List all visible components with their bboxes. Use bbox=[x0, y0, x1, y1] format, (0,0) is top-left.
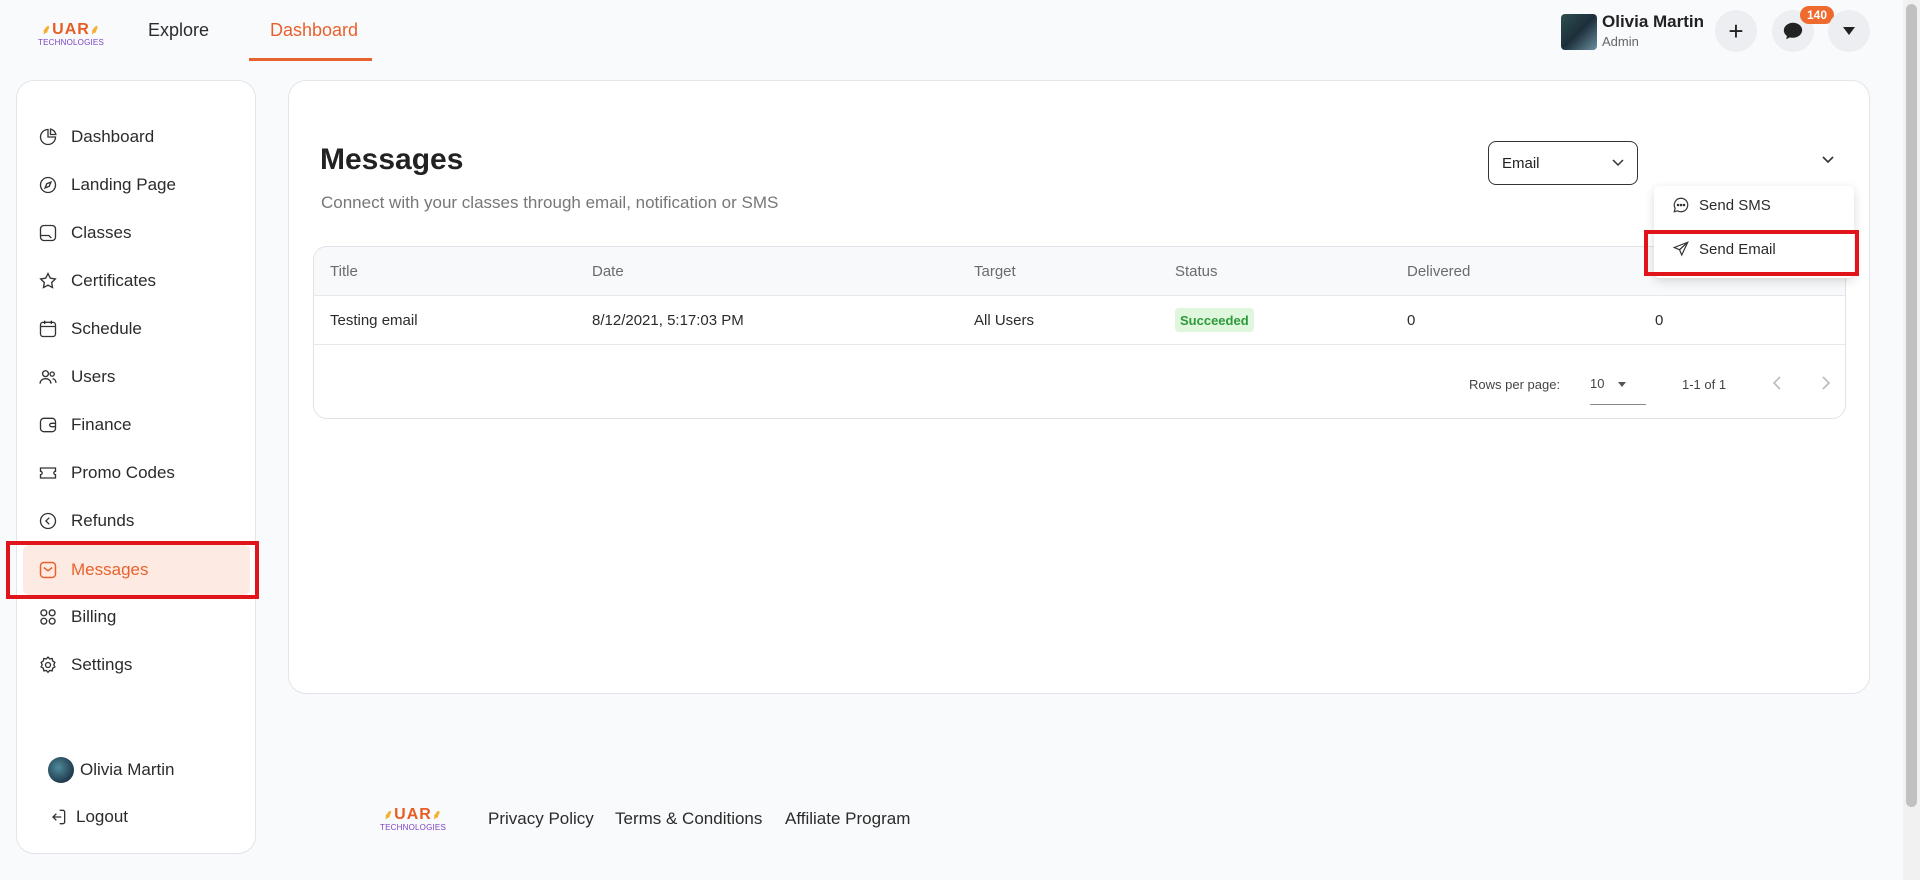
footer-logo[interactable]: ⸙UAR⸙ TECHNOLOGIES bbox=[374, 797, 452, 839]
footer-link-privacy-policy[interactable]: Privacy Policy bbox=[488, 809, 594, 829]
top-header: ⸙UAR⸙ TECHNOLOGIES Explore Dashboard Oli… bbox=[0, 0, 1900, 64]
sidebar-item-label: Schedule bbox=[71, 319, 142, 338]
sidebar-item-promo-codes[interactable]: Promo Codes bbox=[37, 453, 247, 493]
wallet-icon bbox=[37, 414, 59, 436]
refund-icon bbox=[37, 510, 59, 532]
sidebar-item-refunds[interactable]: Refunds bbox=[37, 501, 247, 541]
rows-per-page-label: Rows per page: bbox=[1469, 377, 1561, 392]
pie-chart-icon bbox=[37, 126, 59, 148]
next-page-button[interactable] bbox=[1814, 371, 1838, 395]
sidebar-item-users[interactable]: Users bbox=[37, 357, 247, 397]
channel-select-value: Email bbox=[1502, 154, 1540, 172]
logout-button[interactable]: Logout bbox=[48, 806, 128, 828]
page-subtitle: Connect with your classes through email,… bbox=[321, 193, 779, 212]
logo-text: UAR bbox=[394, 805, 432, 823]
logout-icon bbox=[48, 806, 70, 828]
sidebar-item-label: Dashboard bbox=[71, 127, 155, 146]
ticket-icon bbox=[37, 462, 59, 484]
plus-icon: + bbox=[1728, 15, 1744, 46]
sidebar-item-label: Billing bbox=[71, 607, 117, 626]
sidebar-item-label: Promo Codes bbox=[71, 463, 175, 482]
column-header-title[interactable]: Title bbox=[330, 263, 358, 280]
sidebar-item-certificates[interactable]: Certificates bbox=[37, 261, 247, 301]
channel-select[interactable]: Email bbox=[1488, 141, 1638, 185]
sidebar-item-label: Settings bbox=[71, 655, 133, 674]
sidebar-item-billing[interactable]: Billing bbox=[37, 597, 247, 637]
compass-icon bbox=[37, 174, 59, 196]
star-icon bbox=[37, 270, 59, 292]
sidebar-item-landing-page[interactable]: Landing Page bbox=[37, 165, 247, 205]
cell-target: All Users bbox=[974, 312, 1035, 329]
pagination-range: 1-1 of 1 bbox=[1682, 377, 1727, 392]
menu-item-send-sms[interactable]: Send SMS bbox=[1672, 196, 1771, 214]
sidebar: Dashboard Landing Page Classes Certifica… bbox=[16, 80, 256, 854]
sidebar-item-classes[interactable]: Classes bbox=[37, 213, 247, 253]
gear-icon bbox=[37, 654, 59, 676]
sidebar-user-name: Olivia Martin bbox=[80, 760, 175, 779]
sidebar-item-label: Refunds bbox=[71, 511, 135, 530]
folder-icon bbox=[37, 222, 59, 244]
logout-label: Logout bbox=[76, 807, 128, 826]
avatar bbox=[48, 757, 74, 783]
caret-down-icon bbox=[1843, 27, 1855, 35]
sidebar-user[interactable]: Olivia Martin bbox=[48, 757, 174, 783]
cell-extra: 0 bbox=[1655, 312, 1664, 329]
nav-active-underline bbox=[249, 58, 372, 61]
footer-link-affiliate-program[interactable]: Affiliate Program bbox=[785, 809, 910, 829]
caret-down-icon[interactable] bbox=[1617, 379, 1627, 389]
chat-bubble-icon bbox=[1672, 196, 1690, 214]
scrollbar-thumb[interactable] bbox=[1906, 4, 1917, 807]
chevron-right-icon bbox=[1822, 376, 1831, 390]
highlight-box-messages bbox=[6, 541, 259, 599]
header-user-role: Admin bbox=[1602, 34, 1639, 49]
table-row[interactable]: Testing email 8/12/2021, 5:17:03 PM All … bbox=[314, 296, 1845, 345]
sidebar-item-label: Landing Page bbox=[71, 175, 176, 194]
column-header-status[interactable]: Status bbox=[1175, 263, 1218, 280]
cell-delivered: 0 bbox=[1407, 312, 1416, 329]
chevron-down-icon bbox=[1612, 159, 1624, 167]
sidebar-item-finance[interactable]: Finance bbox=[37, 405, 247, 445]
nav-explore[interactable]: Explore bbox=[148, 20, 209, 41]
logo-text: UAR bbox=[52, 20, 90, 38]
chevron-left-icon bbox=[1772, 376, 1781, 390]
users-icon bbox=[37, 366, 59, 388]
page-title: Messages bbox=[320, 143, 464, 176]
rows-per-page-underline bbox=[1590, 404, 1646, 405]
previous-page-button[interactable] bbox=[1765, 371, 1789, 395]
highlight-box-send-email bbox=[1644, 230, 1859, 276]
menu-item-label: Send SMS bbox=[1699, 196, 1771, 214]
footer-link-terms[interactable]: Terms & Conditions bbox=[615, 809, 762, 829]
table-header: Title Date Target Status Delivered bbox=[314, 247, 1845, 296]
header-user-name[interactable]: Olivia Martin bbox=[1602, 12, 1704, 32]
sidebar-item-label: Users bbox=[71, 367, 116, 386]
chat-icon bbox=[1783, 22, 1803, 40]
column-header-date[interactable]: Date bbox=[592, 263, 624, 280]
add-button[interactable]: + bbox=[1715, 10, 1757, 52]
nav-dashboard[interactable]: Dashboard bbox=[270, 20, 358, 41]
calendar-icon bbox=[37, 318, 59, 340]
status-badge: Succeeded bbox=[1175, 308, 1254, 332]
sidebar-item-dashboard[interactable]: Dashboard bbox=[37, 117, 247, 157]
messages-table: Title Date Target Status Delivered Testi… bbox=[313, 246, 1846, 419]
cell-date: 8/12/2021, 5:17:03 PM bbox=[592, 312, 744, 329]
sidebar-item-label: Classes bbox=[71, 223, 132, 242]
sidebar-item-schedule[interactable]: Schedule bbox=[37, 309, 247, 349]
sidebar-item-settings[interactable]: Settings bbox=[37, 645, 247, 685]
rows-per-page-select[interactable]: 10 bbox=[1590, 376, 1604, 391]
sidebar-item-label: Certificates bbox=[71, 271, 157, 290]
logo-subtext: TECHNOLOGIES bbox=[380, 822, 446, 832]
column-header-delivered[interactable]: Delivered bbox=[1407, 263, 1470, 280]
logo-subtext: TECHNOLOGIES bbox=[38, 37, 104, 47]
avatar[interactable] bbox=[1561, 14, 1597, 50]
brand-logo[interactable]: ⸙UAR⸙ TECHNOLOGIES bbox=[30, 10, 112, 56]
chevron-down-icon[interactable] bbox=[1820, 152, 1836, 168]
sidebar-item-label: Finance bbox=[71, 415, 132, 434]
grid-icon bbox=[37, 606, 59, 628]
account-menu-button[interactable] bbox=[1828, 10, 1870, 52]
column-header-target[interactable]: Target bbox=[974, 263, 1016, 280]
cell-title: Testing email bbox=[330, 312, 418, 329]
